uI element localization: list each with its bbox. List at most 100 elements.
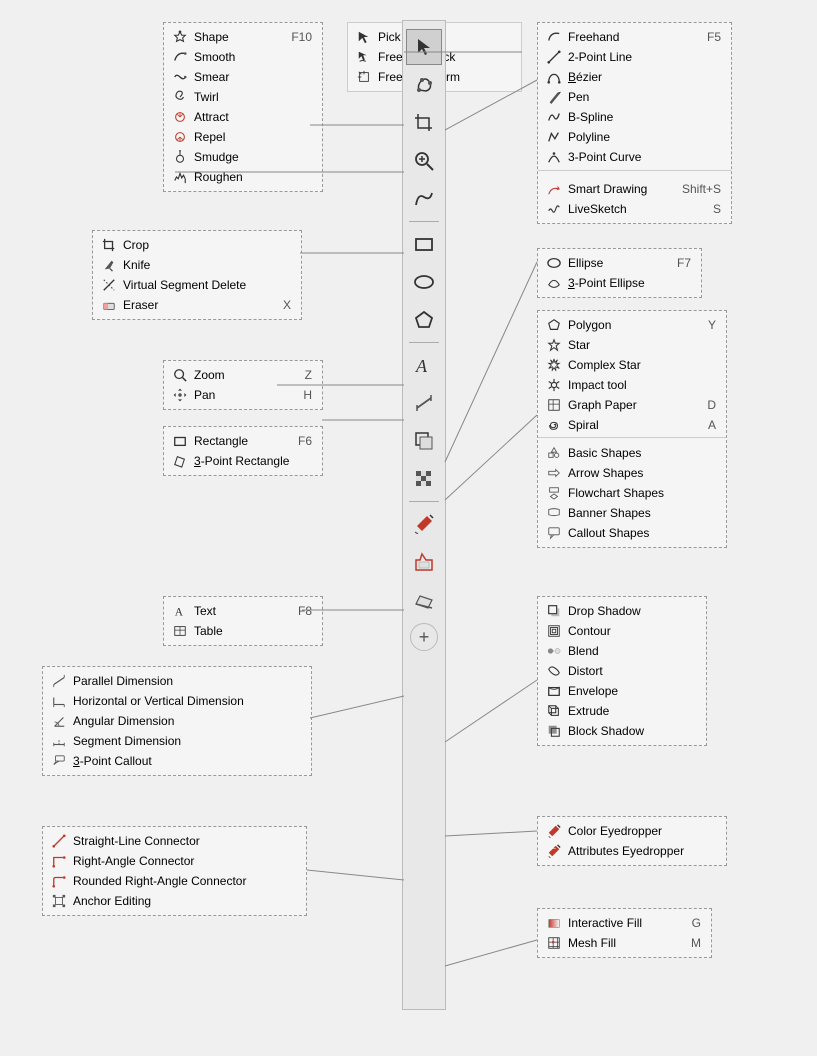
vsd-item[interactable]: Virtual Segment Delete — [93, 275, 301, 295]
eraser-item[interactable]: Eraser X — [93, 295, 301, 315]
add-tool-btn[interactable]: + — [410, 623, 438, 651]
arrow-shapes-item[interactable]: Arrow Shapes — [538, 463, 726, 483]
freehand-toolbar-btn[interactable] — [406, 181, 442, 217]
complex-star-item[interactable]: Complex Star — [538, 355, 726, 375]
attr-eye-item[interactable]: Attributes Eyedropper — [538, 841, 726, 861]
pan-item[interactable]: Pan H — [164, 385, 322, 405]
twirl-item[interactable]: Twirl — [164, 87, 322, 107]
3pt-ellipse-item[interactable]: 3-Point Ellipse — [538, 273, 701, 293]
attr-eye-label: Attributes Eyedropper — [568, 844, 716, 858]
hv-dim-item[interactable]: Horizontal or Vertical Dimension — [43, 691, 311, 711]
flowchart-shapes-item[interactable]: Flowchart Shapes — [538, 483, 726, 503]
envelope-item[interactable]: Envelope — [538, 681, 706, 701]
smart-drawing-label: Smart Drawing — [568, 182, 662, 196]
segment-dim-item[interactable]: Segment Dimension — [43, 731, 311, 751]
ellipse-submenu: Ellipse F7 3-Point Ellipse — [537, 248, 702, 298]
shape-icon — [170, 29, 190, 45]
repel-item[interactable]: Repel — [164, 127, 322, 147]
smudge-item[interactable]: Smudge — [164, 147, 322, 167]
callout-shapes-item[interactable]: Callout Shapes — [538, 523, 726, 543]
knife-item[interactable]: Knife — [93, 255, 301, 275]
dimension-toolbar-btn[interactable] — [406, 385, 442, 421]
3pt-callout-item[interactable]: 3-Point Callout — [43, 751, 311, 771]
zoom-item[interactable]: Zoom Z — [164, 365, 322, 385]
polygon-item[interactable]: Polygon Y — [538, 315, 726, 335]
basic-shapes-item[interactable]: Basic Shapes — [538, 443, 726, 463]
eraser2-toolbar-btn[interactable] — [406, 582, 442, 618]
parallel-dim-item[interactable]: Parallel Dimension — [43, 671, 311, 691]
3pt-rect-item[interactable]: 3-Point Rectangle — [164, 451, 322, 471]
pick-toolbar-btn[interactable] — [406, 29, 442, 65]
angular-dim-item[interactable]: Angular Dimension — [43, 711, 311, 731]
bezier-label: Bézier — [568, 70, 721, 84]
ifill-item[interactable]: Interactive Fill G — [538, 913, 711, 933]
roughen-item[interactable]: Roughen — [164, 167, 322, 187]
smear-item[interactable]: Smear — [164, 67, 322, 87]
attract-icon — [170, 109, 190, 125]
shape-toolbar-btn[interactable] — [406, 67, 442, 103]
graph-paper-item[interactable]: Graph Paper D — [538, 395, 726, 415]
text-toolbar-btn[interactable]: A — [406, 347, 442, 383]
color-eye-label: Color Eyedropper — [568, 824, 716, 838]
ifill-icon — [544, 915, 564, 931]
crop-toolbar-btn[interactable] — [406, 105, 442, 141]
rect-submenu: Rectangle F6 3-Point Rectangle — [163, 426, 323, 476]
banner-shapes-item[interactable]: Banner Shapes — [538, 503, 726, 523]
text-submenu: A Text F8 Table — [163, 596, 323, 646]
ellipse-item[interactable]: Ellipse F7 — [538, 253, 701, 273]
contour-item[interactable]: Contour — [538, 621, 706, 641]
spiral-item[interactable]: Spiral A — [538, 415, 726, 435]
blend-item[interactable]: Blend — [538, 641, 706, 661]
star-item[interactable]: Star — [538, 335, 726, 355]
effects-submenu: Drop Shadow Contour Blend Distort Envelo… — [537, 596, 707, 746]
blockshadow-item[interactable]: Block Shadow — [538, 721, 706, 741]
rounded-conn-item[interactable]: Rounded Right-Angle Connector — [43, 871, 306, 891]
zoom-toolbar-btn[interactable] — [406, 143, 442, 179]
pick-tool-icon — [414, 37, 434, 57]
2pt-line-item[interactable]: 2-Point Line — [538, 47, 731, 67]
distort-item[interactable]: Distort — [538, 661, 706, 681]
freehand-pick-icon — [354, 49, 374, 65]
color-eye-item[interactable]: Color Eyedropper — [538, 821, 726, 841]
attract-item[interactable]: Attract — [164, 107, 322, 127]
basic-shapes-icon — [544, 445, 564, 461]
meshfill-item[interactable]: Mesh Fill M — [538, 933, 711, 953]
freehand-curve-item[interactable]: Freehand F5 — [538, 27, 731, 47]
right-conn-item[interactable]: Right-Angle Connector — [43, 851, 306, 871]
livesketch-item[interactable]: LiveSketch S — [538, 199, 731, 219]
text-item[interactable]: A Text F8 — [164, 601, 322, 621]
3pt-curve-item[interactable]: 3-Point Curve — [538, 147, 731, 167]
straight-conn-item[interactable]: Straight-Line Connector — [43, 831, 306, 851]
bezier-item[interactable]: Bézier — [538, 67, 731, 87]
spiral-icon — [544, 417, 564, 433]
complex-star-icon — [544, 357, 564, 373]
impact-item[interactable]: Impact tool — [538, 375, 726, 395]
pan-icon — [170, 387, 190, 403]
effects-toolbar-btn[interactable] — [406, 423, 442, 459]
smart-drawing-item[interactable]: Smart Drawing Shift+S — [538, 179, 731, 199]
polygon-toolbar-btn[interactable] — [406, 302, 442, 338]
polygon-tool-icon — [414, 310, 434, 330]
rectangle-item[interactable]: Rectangle F6 — [164, 431, 322, 451]
twirl-label: Twirl — [194, 90, 312, 104]
table-item[interactable]: Table — [164, 621, 322, 641]
shape-item[interactable]: Shape F10 — [164, 27, 322, 47]
dropshadow-item[interactable]: Drop Shadow — [538, 601, 706, 621]
roughen-icon — [170, 169, 190, 185]
fill-toolbar-btn[interactable] — [406, 544, 442, 580]
arrow-shapes-icon — [544, 465, 564, 481]
polyline-item[interactable]: Polyline — [538, 127, 731, 147]
star-label: Star — [568, 338, 716, 352]
extrude-item[interactable]: Extrude — [538, 701, 706, 721]
bspline-item[interactable]: B-Spline — [538, 107, 731, 127]
3pt-rect-label: 3-Point Rectangle — [194, 454, 312, 468]
smooth-item[interactable]: Smooth — [164, 47, 322, 67]
anchor-item[interactable]: Anchor Editing — [43, 891, 306, 911]
checker-toolbar-btn[interactable] — [406, 461, 442, 497]
roughen-label: Roughen — [194, 170, 312, 184]
ellipse-toolbar-btn[interactable] — [406, 264, 442, 300]
pen-item[interactable]: Pen — [538, 87, 731, 107]
crop-item[interactable]: Crop — [93, 235, 301, 255]
eyedropper-toolbar-btn[interactable] — [406, 506, 442, 542]
rect-toolbar-btn[interactable] — [406, 226, 442, 262]
